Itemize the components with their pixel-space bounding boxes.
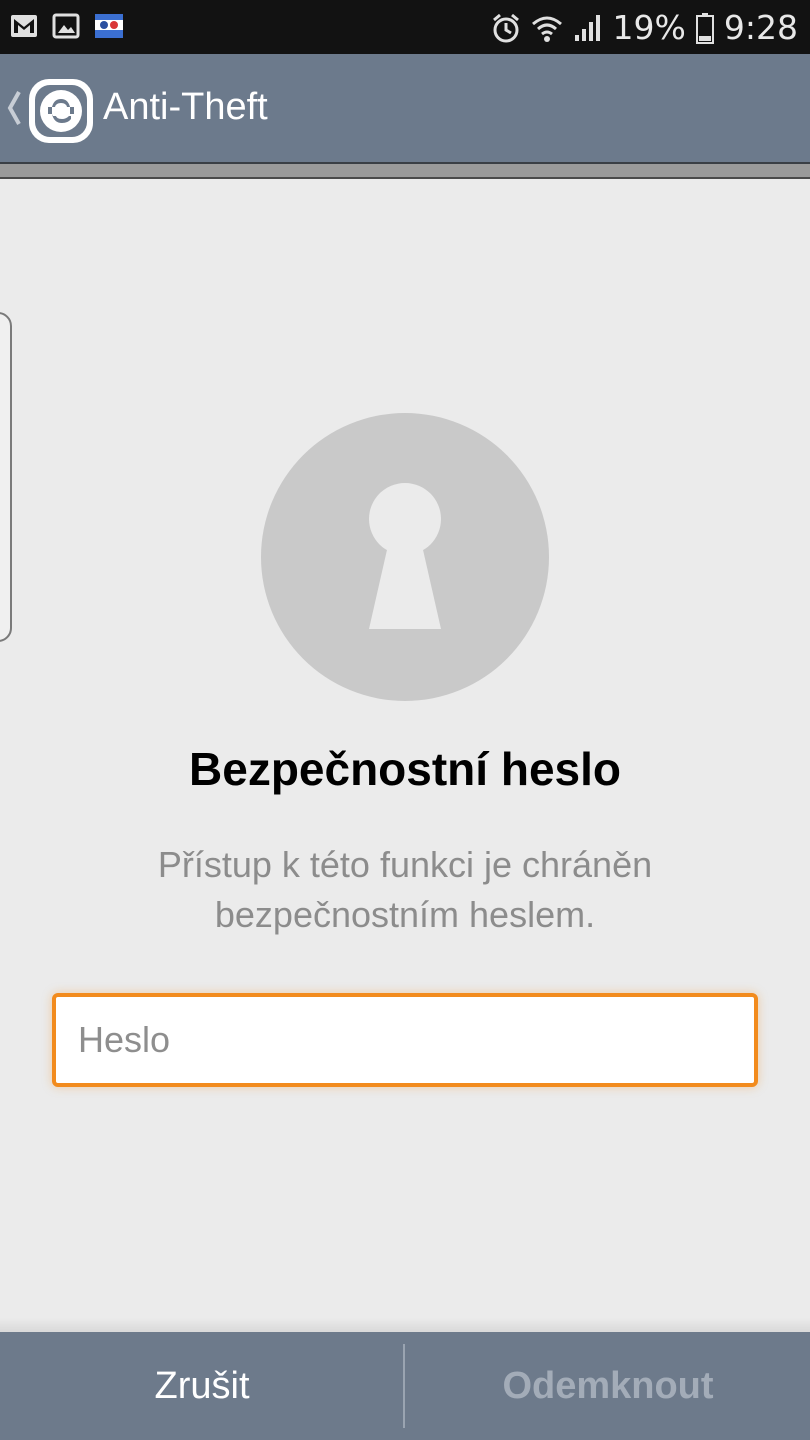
signal-icon [574, 14, 600, 41]
battery-percent: 19% [612, 8, 686, 47]
button-divider [403, 1344, 405, 1428]
bottom-bar-shadow [0, 1318, 810, 1332]
status-bar: 19% 9:28 [0, 0, 810, 54]
alarm-icon [492, 13, 519, 42]
back-chevron-icon[interactable] [6, 88, 22, 133]
action-bar: Anti-Theft [0, 54, 810, 162]
gallery-icon [52, 13, 80, 39]
description-text: Přístup k této funkci je chráněn bezpečn… [157, 844, 653, 935]
clock: 9:28 [723, 8, 798, 47]
gmail-icon [11, 15, 37, 37]
lock-circle [261, 413, 549, 701]
eset-logo-icon[interactable] [26, 76, 96, 151]
wifi-icon [531, 16, 562, 42]
unlock-button[interactable]: Odemknout [406, 1332, 810, 1440]
system-icons: 19% 9:28 [491, 8, 798, 47]
battery-icon [695, 12, 714, 44]
bottom-button-bar: Zrušit Odemknout [0, 1332, 810, 1440]
password-input[interactable] [52, 993, 758, 1087]
side-drawer-handle[interactable] [0, 312, 12, 642]
keyhole-icon [369, 483, 441, 629]
app-title: Anti-Theft [103, 86, 268, 128]
notification-icons [10, 12, 124, 40]
app-notification-icon [95, 14, 123, 38]
action-bar-divider [0, 162, 810, 180]
page-title: Bezpečnostní heslo [189, 743, 621, 795]
cancel-button[interactable]: Zrušit [0, 1332, 404, 1440]
